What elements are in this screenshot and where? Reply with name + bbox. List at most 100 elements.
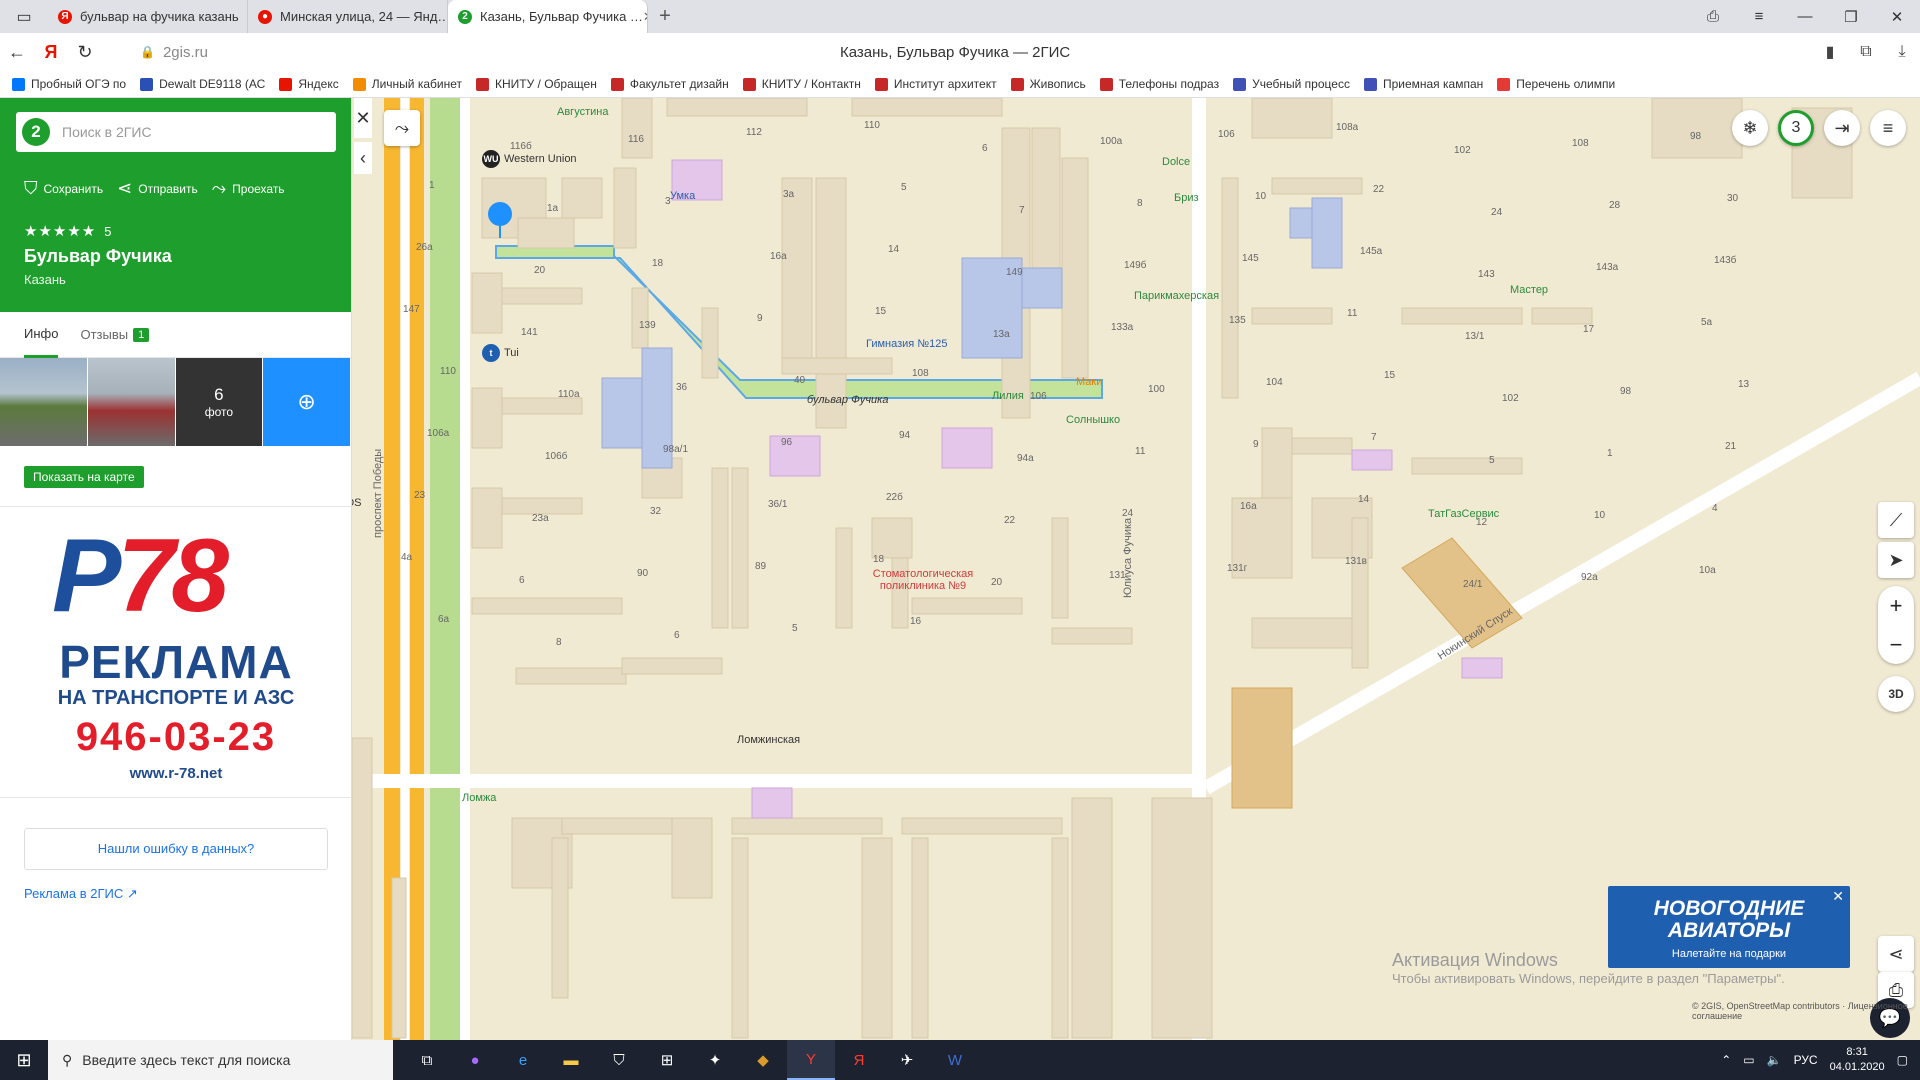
bookmark-item[interactable]: Личный кабинет [352, 77, 462, 91]
url-field[interactable]: 🔒 2gis.ru Казань, Бульвар Фучика — 2ГИС [140, 36, 1790, 68]
maximize-button[interactable]: ❐ [1828, 0, 1874, 33]
photo-thumbnail[interactable] [0, 358, 87, 446]
poi-dolce[interactable]: Dolce [1162, 156, 1190, 168]
task-view-icon[interactable]: ⧉ [403, 1040, 451, 1080]
volume-icon[interactable]: 🔈 [1767, 1053, 1782, 1067]
location-icon[interactable]: ➤ [1878, 542, 1914, 578]
poi-briz[interactable]: Бриз [1174, 192, 1199, 204]
photo-count-tile[interactable]: 6 фото [175, 358, 263, 446]
close-panel-button[interactable]: ✕ [354, 98, 372, 138]
poi-western-union[interactable]: WU Western Union [482, 150, 577, 168]
reload-icon[interactable]: ↻ [68, 42, 102, 63]
search-input[interactable]: 2 Поиск в 2ГИС [16, 112, 336, 152]
tab-info[interactable]: Инфо [24, 312, 59, 358]
plane-game-icon[interactable]: ✈ [883, 1040, 931, 1080]
rating[interactable]: ★★★★★ 5 [24, 222, 112, 240]
new-tab-button[interactable]: + [648, 5, 682, 28]
bookmark-icon[interactable]: ▮ [1812, 42, 1848, 62]
downloads-icon[interactable]: ⤓ [1884, 43, 1920, 61]
bookmark-item[interactable]: Приемная кампан [1363, 77, 1483, 91]
ruler-icon[interactable]: ⟋ [1878, 502, 1914, 538]
game-icon[interactable]: ⛉ [595, 1040, 643, 1080]
yandex-browser-icon[interactable]: Y [787, 1040, 835, 1080]
poi-dental[interactable]: Стоматологическая поликлиника №9 [848, 568, 998, 592]
poi-hair[interactable]: Парикмахерская [1134, 290, 1219, 302]
tab-search[interactable]: Я бульвар на фучика казань [48, 0, 248, 33]
poi-master[interactable]: Мастер [1510, 284, 1548, 296]
bookmark-item[interactable]: Dewalt DE9118 (АС [140, 77, 265, 91]
poi-solnyshko[interactable]: Солнышко [1066, 414, 1120, 426]
store-icon[interactable]: ⊞ [643, 1040, 691, 1080]
close-promo-icon[interactable]: ✕ [1832, 888, 1844, 905]
windows-start-icon[interactable]: ⊞ [0, 1050, 48, 1071]
notifications-icon[interactable]: ▢ [1897, 1053, 1908, 1067]
poi-iqos[interactable]: QIQOS [352, 494, 362, 512]
alice-icon[interactable]: ● [451, 1040, 499, 1080]
save-button[interactable]: ⛉ Сохранить [24, 178, 103, 199]
house-number: 18 [652, 258, 664, 269]
login-icon[interactable]: ⇥ [1824, 110, 1860, 146]
show-on-map-button[interactable]: Показать на карте [24, 466, 144, 488]
lock-icon[interactable]: 🔒 [140, 45, 155, 59]
house-number: 16а [770, 251, 787, 262]
bookmark-item[interactable]: Телефоны подраз [1099, 77, 1219, 91]
poi-avgustina[interactable]: Августина [557, 106, 608, 118]
tabs-menu-icon[interactable]: ▭ [0, 0, 48, 33]
file-explorer-icon[interactable]: ▬ [547, 1040, 595, 1080]
back-icon[interactable]: ← [0, 42, 34, 63]
poi-umka[interactable]: Умка [670, 190, 695, 202]
photo-thumbnail[interactable] [87, 358, 175, 446]
taskbar-search[interactable]: ⚲ Введите здесь текст для поиска [48, 1040, 393, 1080]
emblem-icon[interactable]: ✦ [691, 1040, 739, 1080]
collapse-panel-icon[interactable]: ‹ [354, 142, 372, 174]
route-icon[interactable]: ⤳ [384, 110, 420, 146]
advertisement-banner[interactable]: P78 РЕКЛАМА НА ТРАНСПОРТЕ И АЗС 946-03-2… [0, 506, 351, 798]
share-button[interactable]: ⋖ Отправить [117, 178, 198, 199]
menu-icon[interactable]: ≡ [1736, 0, 1782, 33]
bookmark-item[interactable]: Учебный процесс [1233, 77, 1350, 91]
close-button[interactable]: ✕ [1874, 0, 1920, 33]
tab-minskaya[interactable]: ● Минская улица, 24 — Янд… [248, 0, 448, 33]
bookmark-item[interactable]: КНИТУ / Контактн [742, 77, 861, 91]
language-indicator[interactable]: РУС [1794, 1053, 1818, 1067]
bookmark-item[interactable]: Живопись [1010, 77, 1086, 91]
poi-gymnasium[interactable]: Гимназия №125 [866, 338, 947, 350]
chevron-up-icon[interactable]: ⌃ [1721, 1053, 1731, 1067]
collections-icon[interactable]: ⧉ [1848, 43, 1884, 61]
minimize-button[interactable]: — [1782, 0, 1828, 33]
tab-2gis[interactable]: 2 Казань, Бульвар Фучика … ✕ [448, 0, 648, 33]
bookmark-item[interactable]: Пробный ОГЭ по [12, 77, 126, 91]
tab-reviews[interactable]: Отзывы 1 [80, 312, 150, 358]
yandex-icon[interactable]: Я [835, 1040, 883, 1080]
yandex-logo-icon[interactable]: Я [34, 42, 68, 63]
bookmark-item[interactable]: Факультет дизайн [610, 77, 729, 91]
zoom-out-button[interactable]: − [1890, 632, 1903, 658]
advertise-link[interactable]: Реклама в 2ГИС ↗ [24, 886, 138, 902]
add-photo-icon[interactable]: ⊕ [263, 358, 350, 446]
menu-icon[interactable]: ≡ [1870, 110, 1906, 146]
clock[interactable]: 8:31 04.01.2020 [1830, 1045, 1885, 1075]
poi-liliya[interactable]: Лилия [992, 390, 1024, 402]
poi-lomzha[interactable]: Ломжа [462, 792, 496, 804]
word-icon[interactable]: W [931, 1040, 979, 1080]
bookmark-item[interactable]: Яндекс [279, 77, 339, 91]
bookmark-item[interactable]: КНИТУ / Обращен [475, 77, 597, 91]
edge-icon[interactable]: e [499, 1040, 547, 1080]
route-button[interactable]: ⤳ Проехать [212, 178, 285, 199]
layers-button[interactable]: 3 [1778, 110, 1814, 146]
network-icon[interactable]: ▭ [1743, 1053, 1754, 1067]
report-error-button[interactable]: Нашли ошибку в данных? [24, 828, 328, 870]
poi-tatgas[interactable]: ТатГазСервис [1428, 508, 1499, 520]
map-attribution[interactable]: © 2GIS, OpenStreetMap contributors · Лиц… [1692, 1001, 1920, 1021]
zoom-in-button[interactable]: + [1890, 593, 1903, 619]
bookmark-item[interactable]: Перечень олимпи [1497, 77, 1615, 91]
map-canvas[interactable]: проспект Победы бульвар Фучика Ломжинска… [352, 98, 1920, 1040]
snowflake-icon[interactable]: ❄ [1732, 110, 1768, 146]
share-icon[interactable]: ⋖ [1878, 936, 1914, 972]
bookmark-item[interactable]: Институт архитект [874, 77, 997, 91]
poi-maki[interactable]: Маки [1076, 376, 1102, 388]
bookmark-manager-icon[interactable]: ⎙ [1690, 0, 1736, 33]
poi-tui[interactable]: t Tui [482, 344, 519, 362]
wallet-icon[interactable]: ◆ [739, 1040, 787, 1080]
3d-button[interactable]: 3D [1878, 676, 1914, 712]
